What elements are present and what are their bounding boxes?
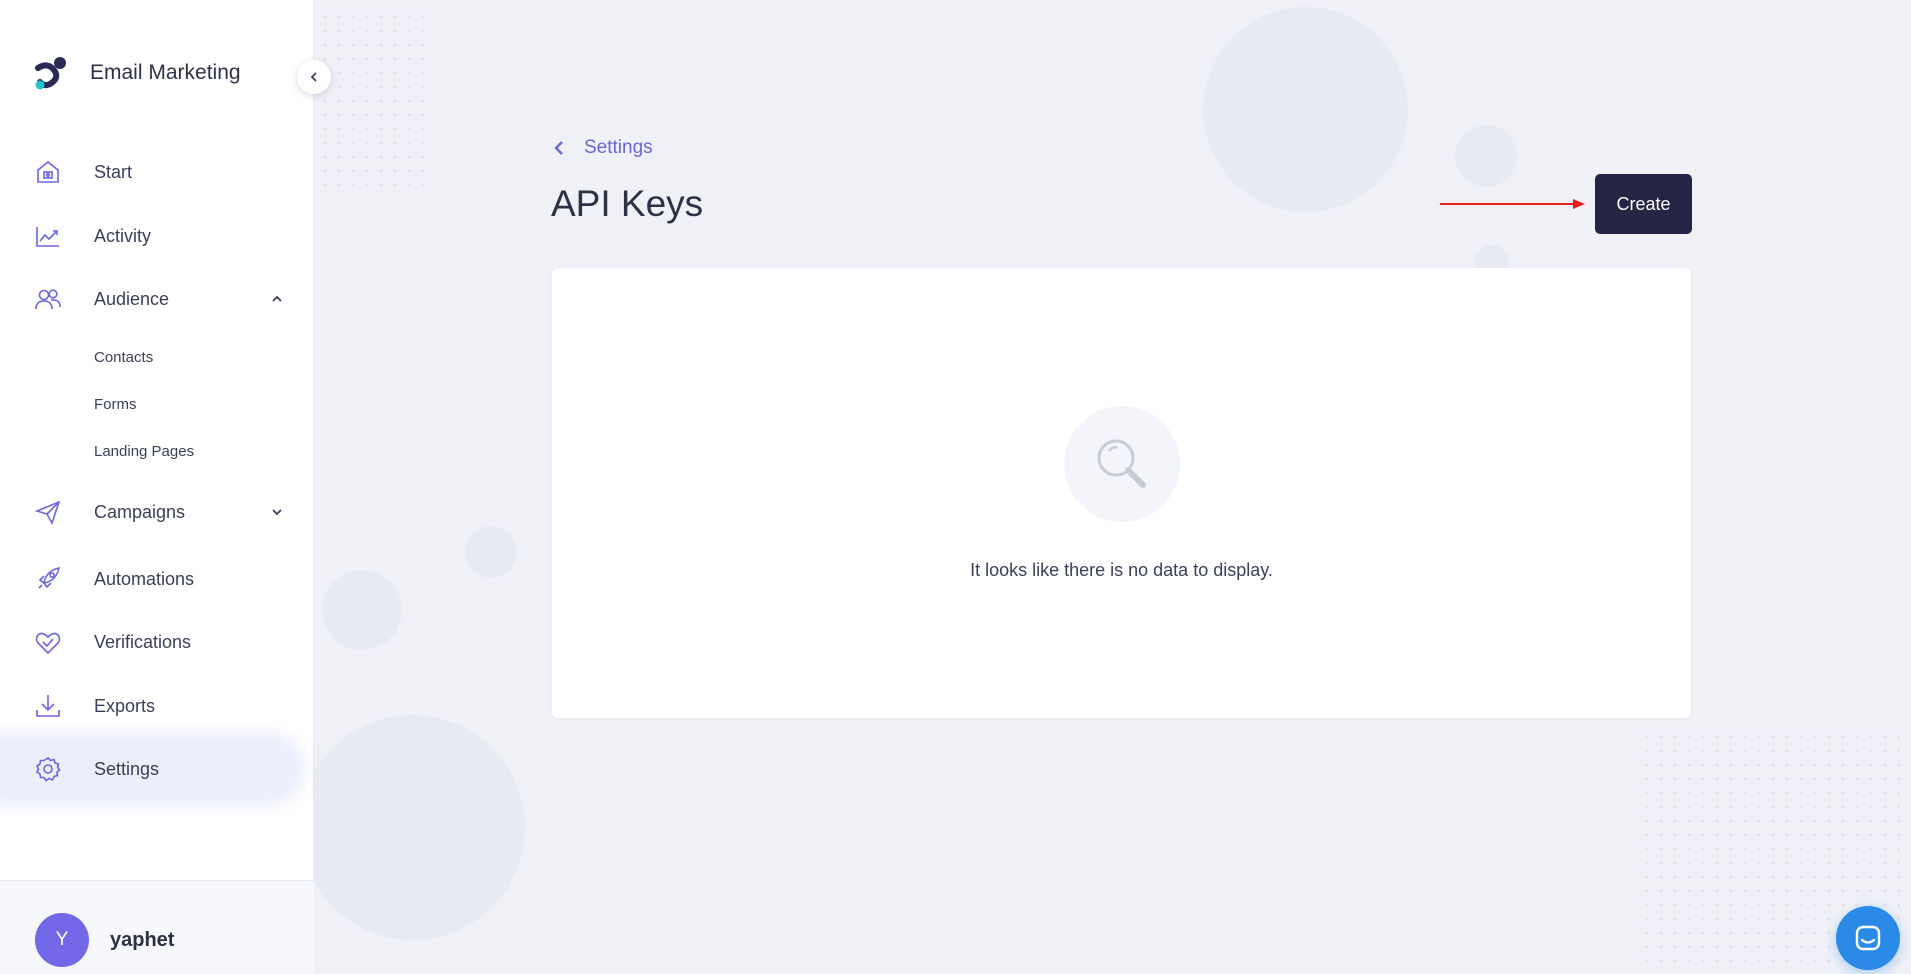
sidebar-item-automations[interactable]: Automations <box>0 551 296 607</box>
rocket-icon <box>38 566 61 589</box>
breadcrumb-label: Settings <box>584 137 653 158</box>
page-title: API Keys <box>551 183 704 224</box>
paper-plane-icon <box>34 500 61 525</box>
breadcrumb-back-link[interactable]: Settings <box>552 137 653 159</box>
background-dot-pattern <box>318 10 433 190</box>
sidebar-item-campaigns[interactable]: Campaigns <box>0 484 296 540</box>
sidebar: Email Marketing Start Activity Audience <box>0 0 314 974</box>
search-icon <box>1097 439 1146 488</box>
chevron-up-icon <box>272 295 282 302</box>
chart-line-icon <box>36 227 59 247</box>
background-bubble <box>322 570 402 650</box>
background-bubble <box>1455 125 1517 187</box>
chevron-left-icon <box>554 141 563 155</box>
sidebar-item-label: Automations <box>94 568 195 589</box>
sidebar-subitem-landing-pages[interactable]: Landing Pages <box>94 443 194 460</box>
chevron-down-icon <box>272 509 282 516</box>
sidebar-item-exports[interactable]: Exports <box>0 678 296 734</box>
brand-title: Email Marketing <box>90 61 241 84</box>
sidebar-item-verifications[interactable]: Verifications <box>0 614 296 670</box>
chat-icon <box>1855 925 1881 951</box>
sidebar-item-label: Exports <box>94 695 156 716</box>
sidebar-item-label: Activity <box>94 225 152 246</box>
empty-state-illustration <box>1064 406 1180 522</box>
sidebar-item-label: Settings <box>94 758 160 779</box>
sidebar-item-settings[interactable]: Settings <box>0 741 296 797</box>
annotation-arrow <box>1440 199 1585 209</box>
background-bubble <box>465 526 517 578</box>
sidebar-item-label: Verifications <box>94 631 192 652</box>
sidebar-subitem-contacts[interactable]: Contacts <box>94 349 153 366</box>
sidebar-item-label: Audience <box>94 288 170 309</box>
sidebar-item-label: Start <box>94 161 133 182</box>
username: yaphet <box>110 929 175 951</box>
users-icon <box>35 289 61 310</box>
brand-logo <box>35 57 66 90</box>
sidebar-user[interactable]: Y yaphet <box>0 880 314 974</box>
empty-state-card: It looks like there is no data to displa… <box>552 268 1691 718</box>
download-icon <box>36 695 60 717</box>
sidebar-subitem-forms[interactable]: Forms <box>94 396 137 413</box>
create-button[interactable]: Create <box>1595 174 1692 234</box>
heart-check-icon <box>35 632 61 655</box>
home-icon <box>37 160 59 183</box>
empty-state-message: It looks like there is no data to displa… <box>970 560 1273 580</box>
chat-launcher-button[interactable] <box>1836 906 1900 970</box>
sidebar-item-start[interactable]: Start <box>0 144 296 200</box>
background-bubble <box>1203 7 1408 212</box>
sidebar-item-activity[interactable]: Activity <box>0 208 296 264</box>
app-root: Email Marketing Start Activity Audience <box>0 0 1911 974</box>
sidebar-collapse-button[interactable] <box>297 60 331 94</box>
chevron-left-icon <box>310 72 317 82</box>
avatar[interactable]: Y <box>35 913 89 967</box>
gear-icon <box>35 756 61 782</box>
brand[interactable]: Email Marketing <box>34 56 241 90</box>
background-bubble <box>300 715 525 940</box>
sidebar-item-label: Campaigns <box>94 501 186 522</box>
sidebar-item-audience[interactable]: Audience <box>0 271 296 327</box>
